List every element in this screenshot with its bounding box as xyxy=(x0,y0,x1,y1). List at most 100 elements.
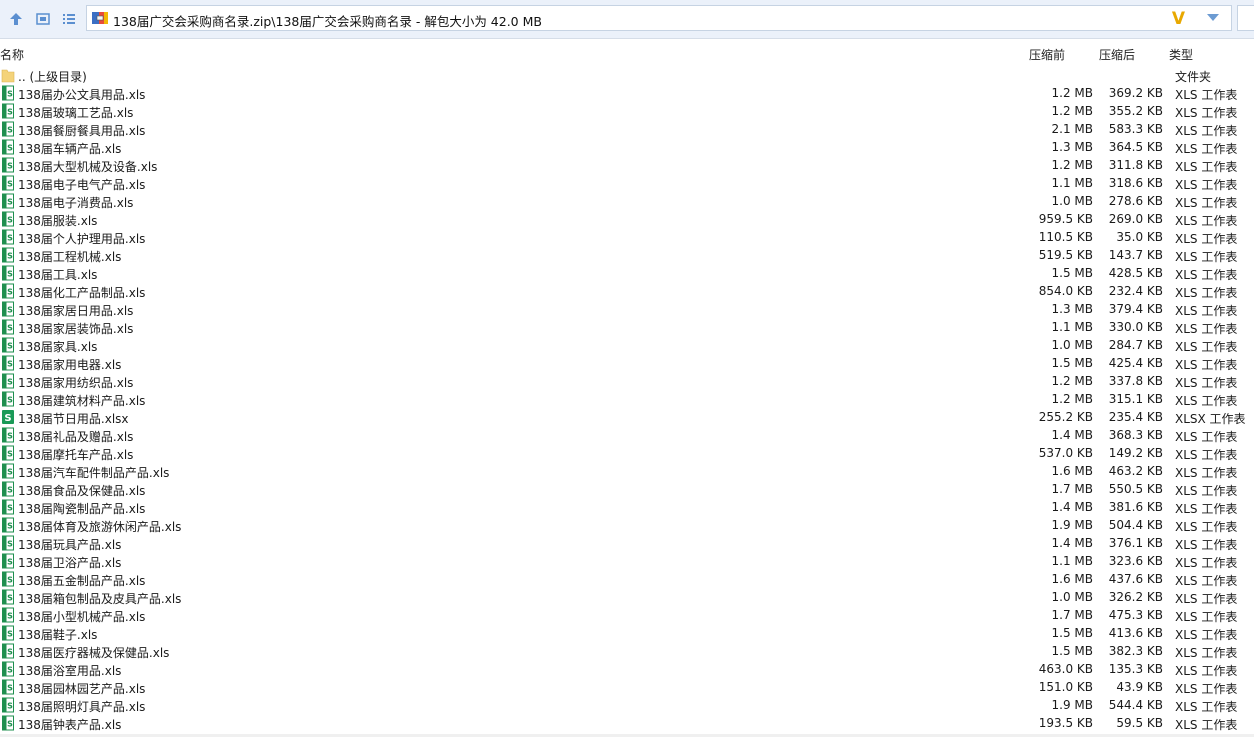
file-packed-size: 2.1 MB xyxy=(1051,122,1093,136)
file-name: 138届五金制品产品.xls xyxy=(18,574,146,588)
list-item[interactable]: S 138届节日用品.xlsx 255.2 KB 235.4 KB XLSX 工作表 xyxy=(0,408,1254,426)
list-item-parent[interactable]: .. (上级目录) 文件夹 xyxy=(0,66,1254,84)
file-unpacked-size: 413.6 KB xyxy=(1108,626,1163,640)
file-type: XLS 工作表 xyxy=(1175,178,1238,192)
file-type: XLS 工作表 xyxy=(1175,520,1238,534)
file-name: 138届家居装饰品.xls xyxy=(18,322,134,336)
xls-file-icon: S xyxy=(2,175,14,191)
list-item[interactable]: S 138届电子电气产品.xls 1.1 MB 318.6 KB XLS 工作表 xyxy=(0,174,1254,192)
up-arrow-icon[interactable] xyxy=(6,9,26,29)
brand-v-icon: V xyxy=(1171,9,1185,29)
list-item[interactable]: S 138届餐厨餐具用品.xls 2.1 MB 583.3 KB XLS 工作表 xyxy=(0,120,1254,138)
list-item[interactable]: S 138届建筑材料产品.xls 1.2 MB 315.1 KB XLS 工作表 xyxy=(0,390,1254,408)
column-packed[interactable]: 压缩前 xyxy=(1029,46,1065,63)
list-item[interactable]: S 138届鞋子.xls 1.5 MB 413.6 KB XLS 工作表 xyxy=(0,624,1254,642)
file-unpacked-size: 355.2 KB xyxy=(1108,104,1163,118)
file-packed-size: 463.0 KB xyxy=(1038,662,1093,676)
file-packed-size: 1.5 MB xyxy=(1051,626,1093,640)
file-packed-size: 1.4 MB xyxy=(1051,536,1093,550)
file-type: XLS 工作表 xyxy=(1175,214,1238,228)
list-item[interactable]: S 138届浴室用品.xls 463.0 KB 135.3 KB XLS 工作表 xyxy=(0,660,1254,678)
xls-file-icon: S xyxy=(2,247,14,263)
list-item[interactable]: S 138届医疗器械及保健品.xls 1.5 MB 382.3 KB XLS 工作表 xyxy=(0,642,1254,660)
xls-file-icon: S xyxy=(2,283,14,299)
file-name: 138届车辆产品.xls xyxy=(18,142,122,156)
svg-text:S: S xyxy=(7,450,13,459)
list-item[interactable]: S 138届家居日用品.xls 1.3 MB 379.4 KB XLS 工作表 xyxy=(0,300,1254,318)
list-item[interactable]: S 138届园林园艺产品.xls 151.0 KB 43.9 KB XLS 工作表 xyxy=(0,678,1254,696)
svg-text:S: S xyxy=(7,432,13,441)
file-list: .. (上级目录) 文件夹 S 138届办公文具用品.xls 1.2 MB 369.2… xyxy=(0,66,1254,732)
list-item[interactable]: S 138届玩具产品.xls 1.4 MB 376.1 KB XLS 工作表 xyxy=(0,534,1254,552)
list-item[interactable]: S 138届箱包制品及皮具产品.xls 1.0 MB 326.2 KB XLS 工作表 xyxy=(0,588,1254,606)
svg-text:S: S xyxy=(7,576,13,585)
view-large-icon[interactable] xyxy=(33,9,53,29)
file-unpacked-size: 504.4 KB xyxy=(1108,518,1163,532)
file-unpacked-size: 35.0 KB xyxy=(1116,230,1163,244)
list-item[interactable]: S 138届个人护理用品.xls 110.5 KB 35.0 KB XLS 工作表 xyxy=(0,228,1254,246)
file-type: XLS 工作表 xyxy=(1175,250,1238,264)
svg-text:S: S xyxy=(7,504,13,513)
file-type: XLS 工作表 xyxy=(1175,142,1238,156)
list-item[interactable]: S 138届工程机械.xls 519.5 KB 143.7 KB XLS 工作表 xyxy=(0,246,1254,264)
svg-text:S: S xyxy=(7,468,13,477)
list-item[interactable]: S 138届卫浴产品.xls 1.1 MB 323.6 KB XLS 工作表 xyxy=(0,552,1254,570)
file-name: 138届建筑材料产品.xls xyxy=(18,394,146,408)
xls-file-icon: S xyxy=(2,571,14,587)
file-type: XLS 工作表 xyxy=(1175,682,1238,696)
list-item[interactable]: S 138届车辆产品.xls 1.3 MB 364.5 KB XLS 工作表 xyxy=(0,138,1254,156)
address-bar[interactable]: 138届广交会采购商名录.zip\138届广交会采购商名录 - 解包大小为 42… xyxy=(86,5,1232,31)
list-item[interactable]: S 138届照明灯具产品.xls 1.9 MB 544.4 KB XLS 工作表 xyxy=(0,696,1254,714)
file-unpacked-size: 379.4 KB xyxy=(1108,302,1163,316)
file-type: XLS 工作表 xyxy=(1175,340,1238,354)
xls-file-icon: S xyxy=(2,535,14,551)
file-name: 138届大型机械及设备.xls xyxy=(18,160,158,174)
list-item[interactable]: S 138届工具.xls 1.5 MB 428.5 KB XLS 工作表 xyxy=(0,264,1254,282)
chevron-down-icon[interactable] xyxy=(1207,14,1219,22)
xls-file-icon: S xyxy=(2,301,14,317)
svg-text:S: S xyxy=(7,630,13,639)
file-unpacked-size: 59.5 KB xyxy=(1116,716,1163,730)
file-packed-size: 1.0 MB xyxy=(1051,590,1093,604)
list-item[interactable]: S 138届五金制品产品.xls 1.6 MB 437.6 KB XLS 工作表 xyxy=(0,570,1254,588)
list-item[interactable]: S 138届家用电器.xls 1.5 MB 425.4 KB XLS 工作表 xyxy=(0,354,1254,372)
file-unpacked-size: 326.2 KB xyxy=(1108,590,1163,604)
list-item[interactable]: S 138届礼品及赠品.xls 1.4 MB 368.3 KB XLS 工作表 xyxy=(0,426,1254,444)
xls-file-icon: S xyxy=(2,85,14,101)
list-item[interactable]: S 138届家用纺织品.xls 1.2 MB 337.8 KB XLS 工作表 xyxy=(0,372,1254,390)
file-unpacked-size: 382.3 KB xyxy=(1108,644,1163,658)
list-item[interactable]: S 138届家具.xls 1.0 MB 284.7 KB XLS 工作表 xyxy=(0,336,1254,354)
xls-file-icon: S xyxy=(2,481,14,497)
file-type: XLSX 工作表 xyxy=(1175,412,1246,426)
list-item[interactable]: S 138届钟表产品.xls 193.5 KB 59.5 KB XLS 工作表 xyxy=(0,714,1254,732)
column-unpacked[interactable]: 压缩后 xyxy=(1099,46,1135,63)
view-list-icon[interactable] xyxy=(59,9,79,29)
list-item[interactable]: S 138届办公文具用品.xls 1.2 MB 369.2 KB XLS 工作表 xyxy=(0,84,1254,102)
file-type: XLS 工作表 xyxy=(1175,592,1238,606)
xls-file-icon: S xyxy=(2,589,14,605)
list-item[interactable]: S 138届大型机械及设备.xls 1.2 MB 311.8 KB XLS 工作表 xyxy=(0,156,1254,174)
list-item[interactable]: S 138届食品及保健品.xls 1.7 MB 550.5 KB XLS 工作表 xyxy=(0,480,1254,498)
list-item[interactable]: S 138届家居装饰品.xls 1.1 MB 330.0 KB XLS 工作表 xyxy=(0,318,1254,336)
file-unpacked-size: 364.5 KB xyxy=(1108,140,1163,154)
file-name: 138届玻璃工艺品.xls xyxy=(18,106,134,120)
list-item[interactable]: S 138届小型机械产品.xls 1.7 MB 475.3 KB XLS 工作表 xyxy=(0,606,1254,624)
column-type[interactable]: 类型 xyxy=(1169,46,1193,63)
xls-file-icon: S xyxy=(2,661,14,677)
column-name[interactable]: 名称 xyxy=(0,46,24,63)
file-type: XLS 工作表 xyxy=(1175,286,1238,300)
search-box[interactable] xyxy=(1237,5,1254,31)
list-item[interactable]: S 138届陶瓷制品产品.xls 1.4 MB 381.6 KB XLS 工作表 xyxy=(0,498,1254,516)
list-item[interactable]: S 138届电子消费品.xls 1.0 MB 278.6 KB XLS 工作表 xyxy=(0,192,1254,210)
file-name: 138届钟表产品.xls xyxy=(18,718,122,732)
list-item[interactable]: S 138届化工产品制品.xls 854.0 KB 232.4 KB XLS 工作表 xyxy=(0,282,1254,300)
xls-file-icon: S xyxy=(2,427,14,443)
file-unpacked-size: 376.1 KB xyxy=(1108,536,1163,550)
list-item[interactable]: S 138届服装.xls 959.5 KB 269.0 KB XLS 工作表 xyxy=(0,210,1254,228)
list-item[interactable]: S 138届汽车配件制品产品.xls 1.6 MB 463.2 KB XLS 工作表 xyxy=(0,462,1254,480)
svg-text:S: S xyxy=(7,216,13,225)
list-item[interactable]: S 138届体育及旅游休闲产品.xls 1.9 MB 504.4 KB XLS 工作表 xyxy=(0,516,1254,534)
file-unpacked-size: 149.2 KB xyxy=(1108,446,1163,460)
list-item[interactable]: S 138届摩托车产品.xls 537.0 KB 149.2 KB XLS 工作表 xyxy=(0,444,1254,462)
list-item[interactable]: S 138届玻璃工艺品.xls 1.2 MB 355.2 KB XLS 工作表 xyxy=(0,102,1254,120)
